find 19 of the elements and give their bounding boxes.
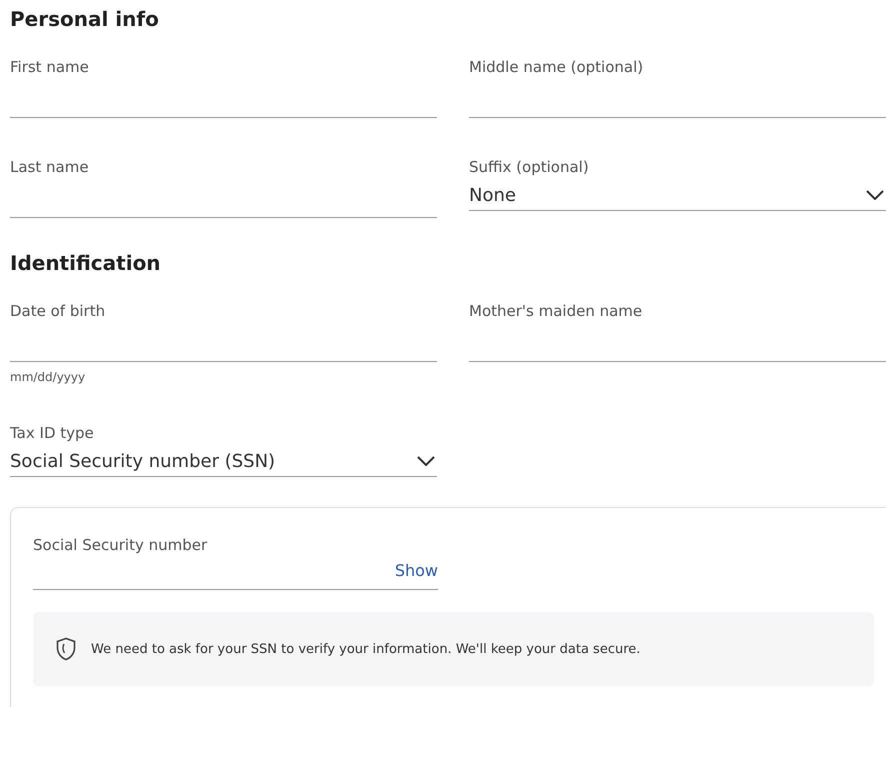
field-label: Suffix (optional) — [469, 157, 590, 178]
section-heading: Identification — [10, 250, 162, 277]
field-label: Middle name (optional) — [469, 57, 644, 78]
dropdown[interactable]: Social Security number (SSN) — [10, 444, 437, 477]
format-hint: mm/dd/yyyy — [10, 370, 86, 384]
field-label: First name — [10, 57, 90, 78]
field-label: Mother's maiden name — [469, 301, 644, 322]
field-label: Last name — [10, 157, 90, 178]
field-label: Tax ID type — [10, 423, 95, 444]
shield-icon — [55, 637, 77, 661]
input-field[interactable]: Show — [33, 556, 438, 590]
chevron-icon — [417, 456, 435, 466]
section-heading: Personal info — [10, 6, 160, 33]
info-message: We need to ask for your SSN to verify your information. We'll keep your data secure. — [91, 642, 640, 656]
dropdown[interactable]: None — [469, 178, 886, 211]
chevron-icon — [866, 190, 884, 200]
field-label: Social Security number — [33, 535, 208, 556]
field-label: Date of birth — [10, 301, 106, 322]
show-button[interactable]: Show — [394, 561, 438, 584]
